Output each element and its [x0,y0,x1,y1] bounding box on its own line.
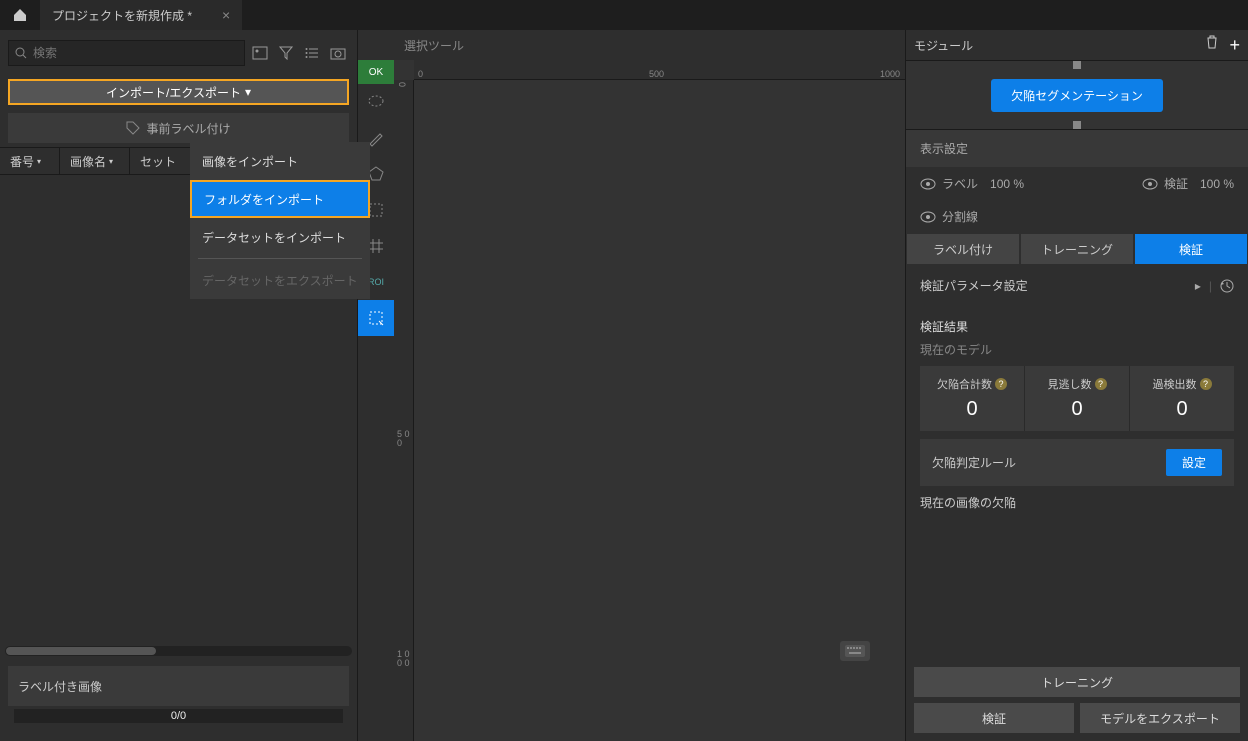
eye-icon [1142,178,1158,190]
display-settings-header: 表示設定 [906,130,1248,167]
toggle-splitline-visibility[interactable]: 分割線 [920,208,978,225]
export-model-button[interactable]: モデルをエクスポート [1080,703,1240,733]
image-filter-icon[interactable] [249,42,271,64]
camera-icon[interactable] [327,42,349,64]
module-node-defect-segmentation[interactable]: 欠陥セグメンテーション [991,79,1163,112]
close-icon[interactable]: × [222,7,230,23]
column-no[interactable]: 番号▾ [0,148,60,174]
menu-import-folder[interactable]: フォルダをインポート [190,180,370,218]
import-export-menu: 画像をインポート フォルダをインポート データセットをインポート データセットを… [190,142,370,299]
progress-bar: 0/0 [14,709,343,723]
current-image-defects-label: 現在の画像の欠陥 [920,494,1234,511]
horizontal-scrollbar[interactable] [5,646,352,656]
labeled-images-section: ラベル付き画像 [8,666,349,706]
validate-button[interactable]: 検証 [914,703,1074,733]
module-graph: 欠陥セグメンテーション [906,60,1248,130]
add-icon[interactable]: + [1229,35,1240,56]
eye-icon [920,178,936,190]
canvas[interactable]: 0 500 1000 0 5 0 0 1 0 0 0 [394,60,905,741]
vertical-ruler: 0 5 0 0 1 0 0 0 [394,80,414,741]
trash-icon[interactable] [1205,35,1219,56]
toggle-label-visibility[interactable]: ラベル 100 % [920,175,1024,192]
tag-icon [126,121,140,135]
search-field[interactable] [33,46,238,60]
menu-import-images[interactable]: 画像をインポート [190,142,370,180]
current-model-label: 現在のモデル [920,341,1234,358]
canvas-panel: 選択ツール OK ROI 0 500 1000 0 [357,30,906,741]
menu-export-dataset: データセットをエクスポート [190,261,370,299]
tab-labeling[interactable]: ラベル付け [907,234,1019,264]
left-panel: インポート/エクスポート ▾ 事前ラベル付け 番号▾ 画像名▾ セット 画像をイ… [0,30,357,741]
chevron-right-icon: ▸ [1195,279,1201,293]
pre-label-button[interactable]: 事前ラベル付け [8,113,349,143]
help-icon[interactable]: ? [1095,378,1107,390]
tool-status: 選択ツール [358,30,905,60]
funnel-icon[interactable] [275,42,297,64]
titlebar: プロジェクトを新規作成 * × [0,0,1248,30]
module-header: モジュール + [906,30,1248,60]
validation-params-header[interactable]: 検証パラメータ設定 ▸ | [920,277,1234,294]
select-tool-icon[interactable] [358,300,394,336]
lasso-tool-icon[interactable] [358,84,394,120]
rule-settings-button[interactable]: 設定 [1166,449,1222,476]
training-button[interactable]: トレーニング [914,667,1240,697]
tab-validation[interactable]: 検証 [1135,234,1247,264]
column-name[interactable]: 画像名▾ [60,148,130,174]
toggle-verify-visibility[interactable]: 検証 100 % [1142,175,1234,192]
project-tab[interactable]: プロジェクトを新規作成 * × [40,0,243,30]
eye-icon [920,211,936,223]
import-export-button[interactable]: インポート/エクスポート ▾ [8,79,349,105]
list-icon[interactable] [301,42,323,64]
defect-rule-row: 欠陥判定ルール 設定 [920,439,1234,486]
horizontal-ruler: 0 500 1000 [414,60,905,80]
menu-import-dataset[interactable]: データセットをインポート [190,218,370,256]
history-icon[interactable] [1220,279,1234,293]
help-icon[interactable]: ? [1200,378,1212,390]
keyboard-icon[interactable] [840,641,870,661]
home-icon[interactable] [0,0,40,30]
help-icon[interactable]: ? [995,378,1007,390]
metrics: 欠陥合計数? 0 見逃し数? 0 過検出数? 0 [920,366,1234,431]
right-panel: モジュール + 欠陥セグメンテーション 表示設定 ラベル 100 % 検証 10… [906,30,1248,741]
tab-training[interactable]: トレーニング [1021,234,1133,264]
search-input[interactable] [8,40,245,66]
ok-button[interactable]: OK [358,60,394,84]
tab-title: プロジェクトを新規作成 * [52,7,192,24]
results-title: 検証結果 [920,318,1234,335]
chevron-down-icon: ▾ [245,85,251,99]
mode-tabs: ラベル付け トレーニング 検証 [906,233,1248,265]
